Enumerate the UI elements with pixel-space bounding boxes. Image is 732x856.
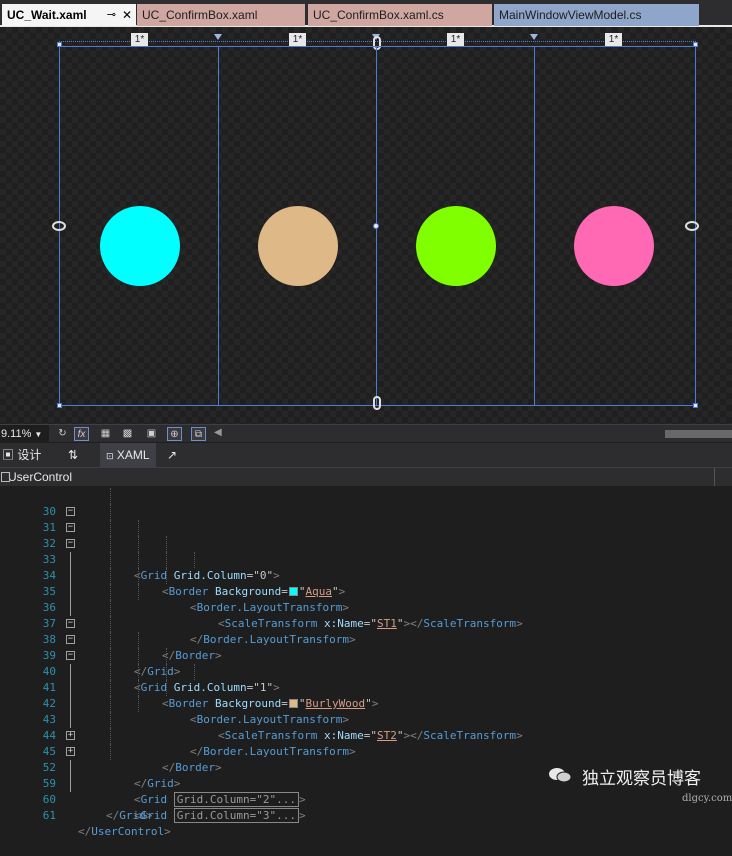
column-header-3[interactable]: 1*: [447, 33, 464, 47]
watermark-text: 独立观察员博客: [582, 769, 701, 789]
column-header-4[interactable]: 1*: [605, 33, 622, 47]
usercontrol-design-surface[interactable]: [59, 46, 696, 406]
code-line: 30: [0, 488, 732, 518]
fx-toggle-button[interactable]: fx: [74, 427, 89, 441]
design-canvas[interactable]: 1* 1* 1* 1*: [0, 27, 732, 424]
code-line: 34 <ScaleTransform x:Name="ST1"></ScaleT…: [0, 552, 732, 630]
swap-panes-icon[interactable]: ⇅: [68, 443, 78, 467]
column-divider-marker[interactable]: [214, 34, 222, 40]
code-line: 42 </Border.LayoutTransform>: [0, 680, 732, 758]
tab-label: UC_ConfirmBox.xaml: [142, 8, 258, 22]
grid-column-line: [534, 47, 535, 405]
aqua-circle[interactable]: [100, 206, 180, 286]
resize-handle[interactable]: [693, 403, 698, 408]
collapse-icon[interactable]: −: [66, 539, 75, 548]
snap-lines-icon[interactable]: ⊕: [167, 427, 182, 441]
design-label: 设计: [17, 448, 42, 462]
tab-mainwindowviewmodel-cs[interactable]: MainWindowViewModel.cs: [494, 4, 699, 26]
checkerboard-icon[interactable]: ▣: [144, 427, 159, 441]
chartreuse-circle[interactable]: [416, 206, 496, 286]
tab-label: MainWindowViewModel.cs: [499, 8, 642, 22]
hotpink-circle[interactable]: [574, 206, 654, 286]
code-line: 36 </Border>: [0, 584, 732, 662]
anchor-left-icon[interactable]: [52, 221, 66, 231]
code-line: 33 − <Border.LayoutTransform>: [0, 536, 732, 614]
xaml-icon: ⊡: [106, 451, 114, 461]
design-tab[interactable]: ▣ 设计: [2, 443, 41, 467]
expand-icon[interactable]: +: [66, 731, 75, 740]
usercontrol-icon: [1, 472, 10, 482]
designer-toolbar: 9.11% ▼ ↻ fx ▦ ▩ ▣ ⊕ ⧉ ◀: [0, 424, 732, 443]
tab-uc-confirmbox-xaml[interactable]: UC_ConfirmBox.xaml: [137, 4, 305, 26]
tab-label: UC_ConfirmBox.xaml.cs: [313, 8, 444, 22]
code-line: 52 + <Grid Grid.Column="3"... >: [0, 744, 732, 823]
xaml-code-editor[interactable]: 30 31 − <Grid Grid.Column="0"> 32 − <Bor…: [0, 486, 732, 838]
chevron-down-icon: ▼: [34, 430, 43, 439]
zoom-value: 9.11%: [1, 428, 32, 440]
code-line: 40 − <Border.LayoutTransform>: [0, 648, 732, 726]
collapse-icon[interactable]: −: [66, 651, 75, 660]
column-divider-marker[interactable]: [530, 34, 538, 40]
tab-label: UC_Wait.xaml: [7, 8, 87, 22]
collapse-icon[interactable]: −: [66, 507, 75, 516]
expand-icon[interactable]: +: [66, 747, 75, 756]
code-line: 44 </Grid>: [0, 712, 732, 790]
code-line: 41 <ScaleTransform x:Name="ST2"></ScaleT…: [0, 664, 732, 742]
collapse-icon[interactable]: −: [66, 523, 75, 532]
collapse-icon[interactable]: −: [66, 635, 75, 644]
anchor-right-icon[interactable]: [685, 221, 699, 231]
code-line: 31 − <Grid Grid.Column="0">: [0, 504, 732, 582]
code-line: 61: [0, 792, 732, 822]
document-tab-bar: UC_Wait.xaml ⊸ ✕ UC_ConfirmBox.xaml UC_C…: [0, 0, 732, 27]
wechat-logo-icon: [549, 768, 572, 783]
breadcrumb-label: UserControl: [8, 470, 73, 484]
code-line: 35 </Border.LayoutTransform>: [0, 568, 732, 646]
design-icon: ▣: [2, 448, 15, 462]
collapse-icon[interactable]: −: [66, 619, 75, 628]
watermark-site: dlgcy.com: [682, 793, 732, 804]
code-line: 37 </Grid>: [0, 600, 732, 678]
element-breadcrumb[interactable]: UserControl: [0, 467, 732, 486]
code-line: 45 + <Grid Grid.Column="2"... >: [0, 728, 732, 807]
horizontal-scrollbar[interactable]: [665, 430, 732, 438]
refresh-icon[interactable]: ↻: [55, 427, 70, 441]
xaml-tab[interactable]: ⊡ XAML: [100, 443, 156, 467]
line-number: 61: [42, 809, 56, 822]
code-line: 43 </Border>: [0, 696, 732, 774]
xaml-label: XAML: [116, 448, 150, 462]
zoom-dropdown[interactable]: 9.11% ▼: [0, 425, 49, 443]
grid-column-line: [218, 47, 219, 405]
column-header-1[interactable]: 1*: [131, 33, 148, 47]
close-icon[interactable]: ✕: [122, 4, 132, 26]
burlywood-circle[interactable]: [258, 206, 338, 286]
tab-uc-wait-xaml[interactable]: UC_Wait.xaml ⊸ ✕: [2, 4, 136, 26]
project-code-icon[interactable]: ⧉: [191, 427, 206, 441]
pin-icon[interactable]: ⊸: [107, 4, 116, 26]
tab-uc-confirmbox-xaml-cs[interactable]: UC_ConfirmBox.xaml.cs: [308, 4, 492, 26]
scroll-left-icon[interactable]: ◀: [214, 427, 222, 438]
collapsed-region[interactable]: Grid.Column="3"...: [173, 808, 299, 823]
popout-xaml-icon[interactable]: ↗: [167, 443, 177, 467]
code-line: 32 − <Border Background= "Aqua">: [0, 520, 732, 598]
code-line: 39 − <Border Background= "BurlyWood">: [0, 632, 732, 710]
grid-toggle-icon[interactable]: ▦: [98, 427, 113, 441]
anchor-bottom-icon[interactable]: [373, 396, 381, 410]
center-handle[interactable]: [373, 223, 379, 229]
column-header-2[interactable]: 1*: [289, 33, 306, 47]
breadcrumb-dropdown[interactable]: [714, 468, 732, 486]
snap-grid-icon[interactable]: ▩: [120, 427, 135, 441]
code-line: 38 − <Grid Grid.Column="1">: [0, 616, 732, 694]
resize-handle[interactable]: [57, 403, 62, 408]
split-view-bar: ▣ 设计 ⇅ ⊡ XAML ↗: [0, 443, 732, 467]
